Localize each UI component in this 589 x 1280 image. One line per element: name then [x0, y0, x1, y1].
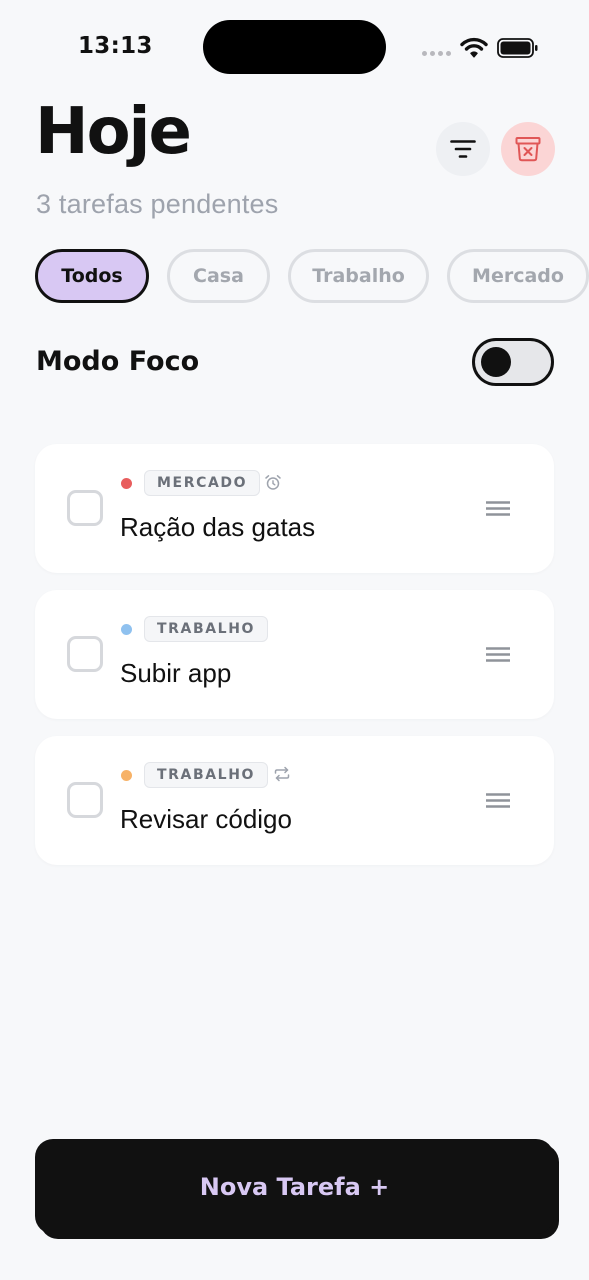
task-card[interactable]: TRABALHO Subir app [35, 590, 554, 719]
app-screen: 13:13 Hoje 3 tarefas pendentes Todos Cas… [0, 0, 589, 1280]
task-card[interactable]: MERCADO Ração das gatas [35, 444, 554, 573]
repeat-icon [274, 766, 290, 782]
priority-dot [121, 624, 132, 635]
clear-tasks-button[interactable] [501, 122, 555, 176]
drag-handle-icon[interactable] [485, 501, 511, 516]
alarm-icon [265, 475, 281, 490]
priority-dot [121, 478, 132, 489]
task-card[interactable]: TRABALHO Revisar código [35, 736, 554, 865]
task-checkbox[interactable] [67, 782, 103, 818]
task-title: Ração das gatas [120, 512, 316, 542]
chip-casa[interactable]: Casa [167, 249, 270, 303]
page-title: Hoje [35, 95, 192, 169]
toggle-knob [481, 347, 511, 377]
wifi-icon [460, 37, 488, 58]
clear-tasks-icon [515, 137, 541, 162]
new-task-button[interactable]: Nova Tarefa + [35, 1139, 554, 1234]
task-category-tag: TRABALHO [144, 762, 269, 788]
task-checkbox[interactable] [67, 490, 103, 526]
chip-trabalho[interactable]: Trabalho [288, 249, 429, 303]
cellular-signal-icon [422, 51, 451, 56]
task-title: Revisar código [120, 804, 292, 834]
chip-todos[interactable]: Todos [35, 249, 149, 303]
focus-mode-toggle[interactable] [472, 338, 554, 386]
task-category-tag: TRABALHO [144, 616, 269, 642]
dynamic-island [203, 20, 386, 74]
focus-mode-label: Modo Foco [36, 346, 200, 377]
pending-count: 3 tarefas pendentes [36, 189, 279, 219]
priority-dot [121, 770, 132, 781]
chip-mercado[interactable]: Mercado [447, 249, 589, 303]
filter-icon [450, 140, 476, 158]
battery-icon [497, 38, 538, 58]
status-time: 13:13 [78, 33, 153, 59]
category-filter-chips: Todos Casa Trabalho Mercado [35, 249, 589, 303]
task-title: Subir app [120, 658, 232, 688]
drag-handle-icon[interactable] [485, 647, 511, 662]
task-category-tag: MERCADO [144, 470, 261, 496]
task-checkbox[interactable] [67, 636, 103, 672]
filter-button[interactable] [436, 122, 490, 176]
drag-handle-icon[interactable] [485, 793, 511, 808]
